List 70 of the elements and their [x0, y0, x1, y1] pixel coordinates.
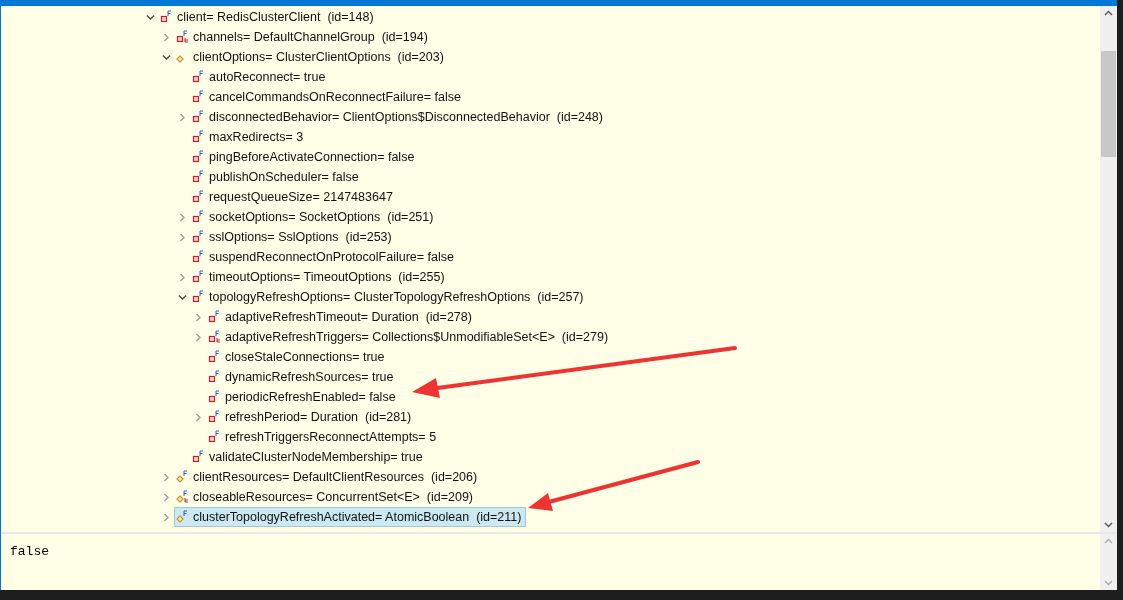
field-icon	[192, 130, 206, 144]
tree-row[interactable]: clientOptions= ClusterClientOptions (id=203)	[174, 47, 449, 67]
field-icon	[192, 270, 206, 284]
expand-chevron-icon[interactable]	[177, 212, 187, 222]
field-icon	[192, 90, 206, 104]
tree-row[interactable]: clientResources= DefaultClientResources (id=206)	[174, 467, 483, 487]
field-icon	[176, 510, 190, 524]
tree-row[interactable]: topologyRefreshOptions= ClusterTopologyRefreshOptions (id=257)	[190, 287, 589, 307]
tree-row[interactable]: cancelCommandsOnReconnectFailure= false	[190, 87, 466, 107]
field-icon	[192, 290, 206, 304]
field-icon	[192, 110, 206, 124]
tree-row[interactable]: closeStaleConnections= true	[206, 347, 390, 367]
field-icon	[208, 350, 222, 364]
field-icon	[176, 30, 190, 44]
tree-row[interactable]: autoReconnect= true	[190, 67, 331, 87]
field-icon	[192, 450, 206, 464]
tree-row[interactable]: dynamicRefreshSources= true	[206, 367, 399, 387]
expand-chevron-icon[interactable]	[177, 112, 187, 122]
tree-row[interactable]: disconnectedBehavior= ClientOptions$DisconnectedBehavior (id=248)	[190, 107, 608, 127]
tree-row[interactable]: refreshPeriod= Duration (id=281)	[206, 407, 417, 427]
expand-chevron-icon[interactable]	[161, 472, 171, 482]
field-icon	[208, 410, 222, 424]
field-icon	[192, 70, 206, 84]
field-icon	[208, 370, 222, 384]
vertical-scrollbar[interactable]	[1100, 6, 1117, 532]
tree-row[interactable]: client= RedisClusterClient (id=148)	[158, 7, 379, 27]
field-icon	[160, 10, 174, 24]
tree-row[interactable]: channels= DefaultChannelGroup (id=194)	[174, 27, 433, 47]
collapse-chevron-icon[interactable]	[161, 52, 171, 62]
scroll-up-icon[interactable]	[1104, 10, 1113, 16]
field-icon	[192, 250, 206, 264]
field-icon	[192, 190, 206, 204]
field-icon	[192, 210, 206, 224]
expand-chevron-icon[interactable]	[161, 32, 171, 42]
expand-chevron-icon[interactable]	[193, 332, 203, 342]
tree-row[interactable]: publishOnScheduler= false	[190, 167, 364, 187]
collapse-chevron-icon[interactable]	[145, 12, 155, 22]
collapse-chevron-icon[interactable]	[177, 292, 187, 302]
tree-row[interactable]: clusterTopologyRefreshActivated= AtomicBoolean (id=211)	[174, 507, 527, 527]
tree-row[interactable]: periodicRefreshEnabled= false	[206, 387, 401, 407]
tree-row[interactable]: suspendReconnectOnProtocolFailure= false	[190, 247, 459, 267]
field-icon	[208, 310, 222, 324]
field-icon	[208, 330, 222, 344]
expand-chevron-icon[interactable]	[193, 312, 203, 322]
tree-row[interactable]: maxRedirects= 3	[190, 127, 309, 147]
field-icon	[208, 430, 222, 444]
tree-row[interactable]: pingBeforeActivateConnection= false	[190, 147, 420, 167]
expand-chevron-icon[interactable]	[193, 412, 203, 422]
tree-row[interactable]: adaptiveRefreshTimeout= Duration (id=278)	[206, 307, 477, 327]
expand-chevron-icon[interactable]	[161, 512, 171, 522]
scroll-down-icon[interactable]	[1104, 522, 1113, 528]
tree-row[interactable]: sslOptions= SslOptions (id=253)	[190, 227, 397, 247]
tree-row[interactable]: validateClusterNodeMembership= true	[190, 447, 428, 467]
field-icon	[176, 490, 190, 504]
tree-row[interactable]: socketOptions= SocketOptions (id=251)	[190, 207, 439, 227]
field-icon	[192, 170, 206, 184]
field-icon	[208, 390, 222, 404]
expand-chevron-icon[interactable]	[177, 232, 187, 242]
tree-row[interactable]: closeableResources= ConcurrentSet<E> (id=209)	[174, 487, 479, 507]
tree-row[interactable]: requestQueueSize= 2147483647	[190, 187, 398, 207]
expand-chevron-icon[interactable]	[177, 272, 187, 282]
scroll-thumb[interactable]	[1101, 51, 1116, 157]
field-icon	[176, 470, 190, 484]
tree-row[interactable]: adaptiveRefreshTriggers= Collections$UnmodifiableSet<E> (id=279)	[206, 327, 614, 347]
field-icon	[192, 150, 206, 164]
field-icon	[192, 230, 206, 244]
expand-chevron-icon[interactable]	[161, 492, 171, 502]
tree-row[interactable]: timeoutOptions= TimeoutOptions (id=255)	[190, 267, 450, 287]
tree-row[interactable]: refreshTriggersReconnectAttempts= 5	[206, 427, 442, 447]
detail-value: false	[10, 544, 49, 559]
